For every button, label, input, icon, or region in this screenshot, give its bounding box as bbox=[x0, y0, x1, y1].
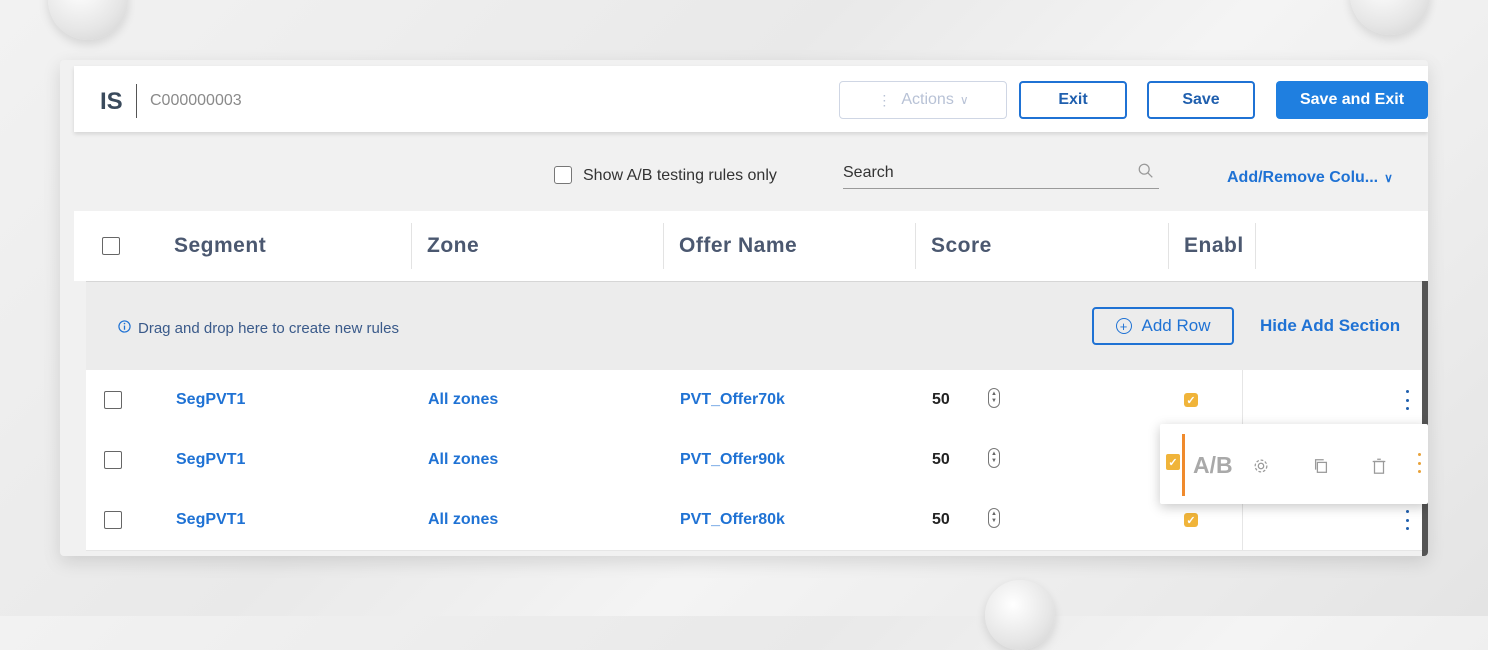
row-checkbox[interactable] bbox=[104, 511, 122, 529]
scrollbar[interactable] bbox=[1422, 281, 1428, 556]
column-divider bbox=[1242, 370, 1243, 430]
zone-link[interactable]: All zones bbox=[428, 511, 498, 529]
add-row-label: Add Row bbox=[1141, 316, 1211, 335]
search-input[interactable] bbox=[843, 160, 1123, 186]
row-menu-icon[interactable] bbox=[1404, 390, 1410, 410]
column-header-zone[interactable]: Zone bbox=[427, 211, 479, 281]
score-stepper[interactable]: ▲ ▼ bbox=[988, 508, 1000, 528]
table-row[interactable]: SegPVT1 All zones PVT_Offer70k 50 ▲ ▼ ✓ bbox=[86, 370, 1422, 431]
hide-add-section-link[interactable]: Hide Add Section bbox=[1260, 316, 1400, 336]
plus-circle-icon: + bbox=[1115, 318, 1132, 334]
offer-link[interactable]: PVT_Offer80k bbox=[680, 511, 785, 529]
add-row-button[interactable]: + Add Row bbox=[1092, 307, 1234, 345]
enabled-checkbox[interactable]: ✓ bbox=[1184, 393, 1198, 407]
column-header-offer-name[interactable]: Offer Name bbox=[679, 211, 797, 281]
row-checkbox[interactable] bbox=[104, 391, 122, 409]
actions-label: Actions bbox=[901, 91, 954, 108]
score-value[interactable]: 50 bbox=[932, 451, 950, 469]
add-remove-columns-dropdown[interactable]: Add/Remove Colu... ∨ bbox=[1227, 169, 1393, 187]
zone-link[interactable]: All zones bbox=[428, 451, 498, 469]
ab-only-checkbox[interactable] bbox=[554, 166, 572, 184]
save-and-exit-button[interactable]: Save and Exit bbox=[1276, 81, 1428, 119]
ab-marker bbox=[1182, 434, 1185, 496]
column-divider[interactable] bbox=[1168, 223, 1169, 269]
score-value[interactable]: 50 bbox=[932, 511, 950, 529]
segment-link[interactable]: SegPVT1 bbox=[176, 391, 245, 409]
enabled-checkbox[interactable]: ✓ bbox=[1184, 513, 1198, 527]
decorative-sphere bbox=[48, 0, 128, 40]
offer-link[interactable]: PVT_Offer70k bbox=[680, 391, 785, 409]
segment-link[interactable]: SegPVT1 bbox=[176, 451, 245, 469]
chevron-down-icon: ∨ bbox=[1384, 171, 1393, 185]
column-header-enabled[interactable]: Enabl bbox=[1184, 211, 1244, 281]
column-divider[interactable] bbox=[411, 223, 412, 269]
ab-only-label: Show A/B testing rules only bbox=[583, 167, 777, 184]
select-all-checkbox[interactable] bbox=[102, 237, 120, 255]
search-box bbox=[843, 160, 1159, 189]
score-value[interactable]: 50 bbox=[932, 391, 950, 409]
segment-link[interactable]: SegPVT1 bbox=[176, 511, 245, 529]
row-checkbox[interactable] bbox=[104, 451, 122, 469]
editor-header: IS C000000003 ⋮ Actions ∨ Exit Save Save… bbox=[74, 66, 1428, 132]
score-stepper[interactable]: ▲ ▼ bbox=[988, 388, 1000, 408]
column-header-score[interactable]: Score bbox=[931, 211, 992, 281]
add-remove-columns-label: Add/Remove Colu... bbox=[1227, 169, 1379, 186]
grid-header: Segment Zone Offer Name Score Enabl bbox=[74, 211, 1428, 281]
decorative-sphere bbox=[1350, 0, 1430, 35]
score-stepper[interactable]: ▲ ▼ bbox=[988, 448, 1000, 468]
brand-label: IS bbox=[100, 88, 123, 115]
enabled-checkbox[interactable]: ✓ bbox=[1166, 454, 1180, 470]
row-menu-icon[interactable] bbox=[1416, 453, 1422, 473]
row-menu-icon[interactable] bbox=[1404, 510, 1410, 530]
copy-icon[interactable] bbox=[1312, 457, 1330, 475]
offer-link[interactable]: PVT_Offer90k bbox=[680, 451, 785, 469]
trash-icon[interactable] bbox=[1370, 457, 1388, 475]
search-icon[interactable] bbox=[1137, 162, 1155, 180]
exit-button[interactable]: Exit bbox=[1019, 81, 1127, 119]
rules-editor-card: IS C000000003 ⋮ Actions ∨ Exit Save Save… bbox=[60, 60, 1428, 556]
ab-test-button[interactable]: A/B bbox=[1193, 452, 1233, 479]
record-id: C000000003 bbox=[150, 92, 242, 109]
save-button[interactable]: Save bbox=[1147, 81, 1255, 119]
add-section: Drag and drop here to create new rules +… bbox=[86, 281, 1422, 371]
zone-link[interactable]: All zones bbox=[428, 391, 498, 409]
chevron-down-icon: ∨ bbox=[959, 93, 969, 107]
drag-drop-hint: Drag and drop here to create new rules bbox=[138, 320, 399, 337]
decorative-sphere bbox=[985, 580, 1055, 650]
actions-button[interactable]: ⋮ Actions ∨ bbox=[839, 81, 1007, 119]
column-header-segment[interactable]: Segment bbox=[174, 211, 266, 281]
column-divider[interactable] bbox=[915, 223, 916, 269]
gear-icon[interactable] bbox=[1252, 457, 1270, 475]
column-divider[interactable] bbox=[1255, 223, 1256, 269]
header-divider bbox=[136, 84, 137, 118]
column-divider[interactable] bbox=[663, 223, 664, 269]
info-icon bbox=[118, 320, 131, 333]
row-action-menu: ✓ A/B bbox=[1160, 424, 1428, 504]
kebab-icon: ⋮ bbox=[877, 91, 892, 108]
